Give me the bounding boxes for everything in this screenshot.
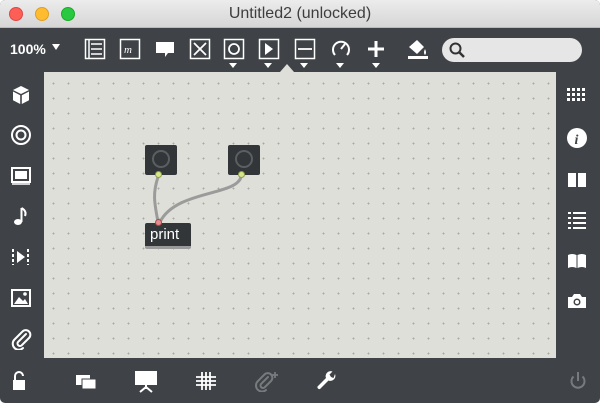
patcher-window: Untitled2 (unlocked) 100% m print i	[0, 0, 600, 403]
search-field[interactable]	[442, 38, 582, 62]
book-icon[interactable]	[564, 248, 590, 274]
bang-circle	[152, 150, 170, 168]
bang-button-1[interactable]	[145, 145, 177, 178]
number-object-button[interactable]	[256, 36, 282, 62]
camera-icon[interactable]	[564, 288, 590, 314]
add-object-button[interactable]	[363, 36, 389, 62]
dial-object-button[interactable]	[328, 36, 354, 62]
svg-text:m: m	[124, 44, 132, 56]
dial-object-dropdown-icon[interactable]	[336, 63, 344, 68]
button-object-dropdown-icon[interactable]	[229, 63, 237, 68]
image-icon[interactable]	[8, 285, 34, 311]
slider-object-button[interactable]	[292, 36, 318, 62]
paperclip-add-icon[interactable]	[253, 368, 281, 394]
power-icon[interactable]	[564, 368, 592, 394]
info-icon[interactable]: i	[564, 125, 590, 151]
slider-object-dropdown-icon[interactable]	[300, 63, 308, 68]
outlet[interactable]	[238, 171, 245, 178]
target-icon[interactable]	[8, 122, 34, 148]
print-object[interactable]: print	[145, 219, 191, 249]
step-forward-icon[interactable]	[8, 244, 34, 270]
windows-icon[interactable]	[72, 368, 100, 394]
presentation-mode-button[interactable]	[82, 36, 108, 62]
grid-hash-icon[interactable]	[192, 368, 220, 394]
wrench-icon[interactable]	[313, 368, 341, 394]
inlet[interactable]	[155, 219, 162, 226]
presentation-icon[interactable]	[132, 368, 160, 394]
button-object-button[interactable]	[221, 36, 247, 62]
zoom-dropdown-icon[interactable]	[52, 44, 60, 50]
print-object-label: print	[150, 226, 180, 243]
paperclip-icon[interactable]	[8, 326, 34, 352]
bang-circle	[235, 150, 253, 168]
svg-text:i: i	[575, 133, 579, 148]
search-input[interactable]	[468, 41, 572, 59]
patcher-canvas[interactable]	[44, 72, 556, 358]
title-bar: Untitled2 (unlocked)	[0, 0, 600, 28]
toggle-object-button[interactable]	[187, 36, 213, 62]
zoom-level[interactable]: 100%	[10, 41, 46, 57]
bang-button-2[interactable]	[228, 145, 260, 178]
comment-bubble-button[interactable]	[152, 36, 178, 62]
outlet[interactable]	[155, 171, 162, 178]
toolbar-pointer	[280, 64, 294, 72]
list-icon[interactable]	[564, 207, 590, 233]
number-object-dropdown-icon[interactable]	[264, 63, 272, 68]
top-toolbar: 100% m	[0, 28, 600, 70]
grid-icon[interactable]	[564, 82, 590, 108]
add-object-dropdown-icon[interactable]	[372, 63, 380, 68]
cube-icon[interactable]	[8, 82, 34, 108]
search-icon	[449, 42, 465, 58]
lock-icon[interactable]	[6, 368, 34, 394]
window-title: Untitled2 (unlocked)	[228, 5, 372, 22]
film-icon[interactable]	[8, 162, 34, 188]
book-open-icon[interactable]	[564, 167, 590, 193]
music-note-icon[interactable]	[8, 203, 34, 229]
paint-bucket-button[interactable]	[405, 36, 431, 62]
comment-text-button[interactable]: m	[117, 36, 143, 62]
